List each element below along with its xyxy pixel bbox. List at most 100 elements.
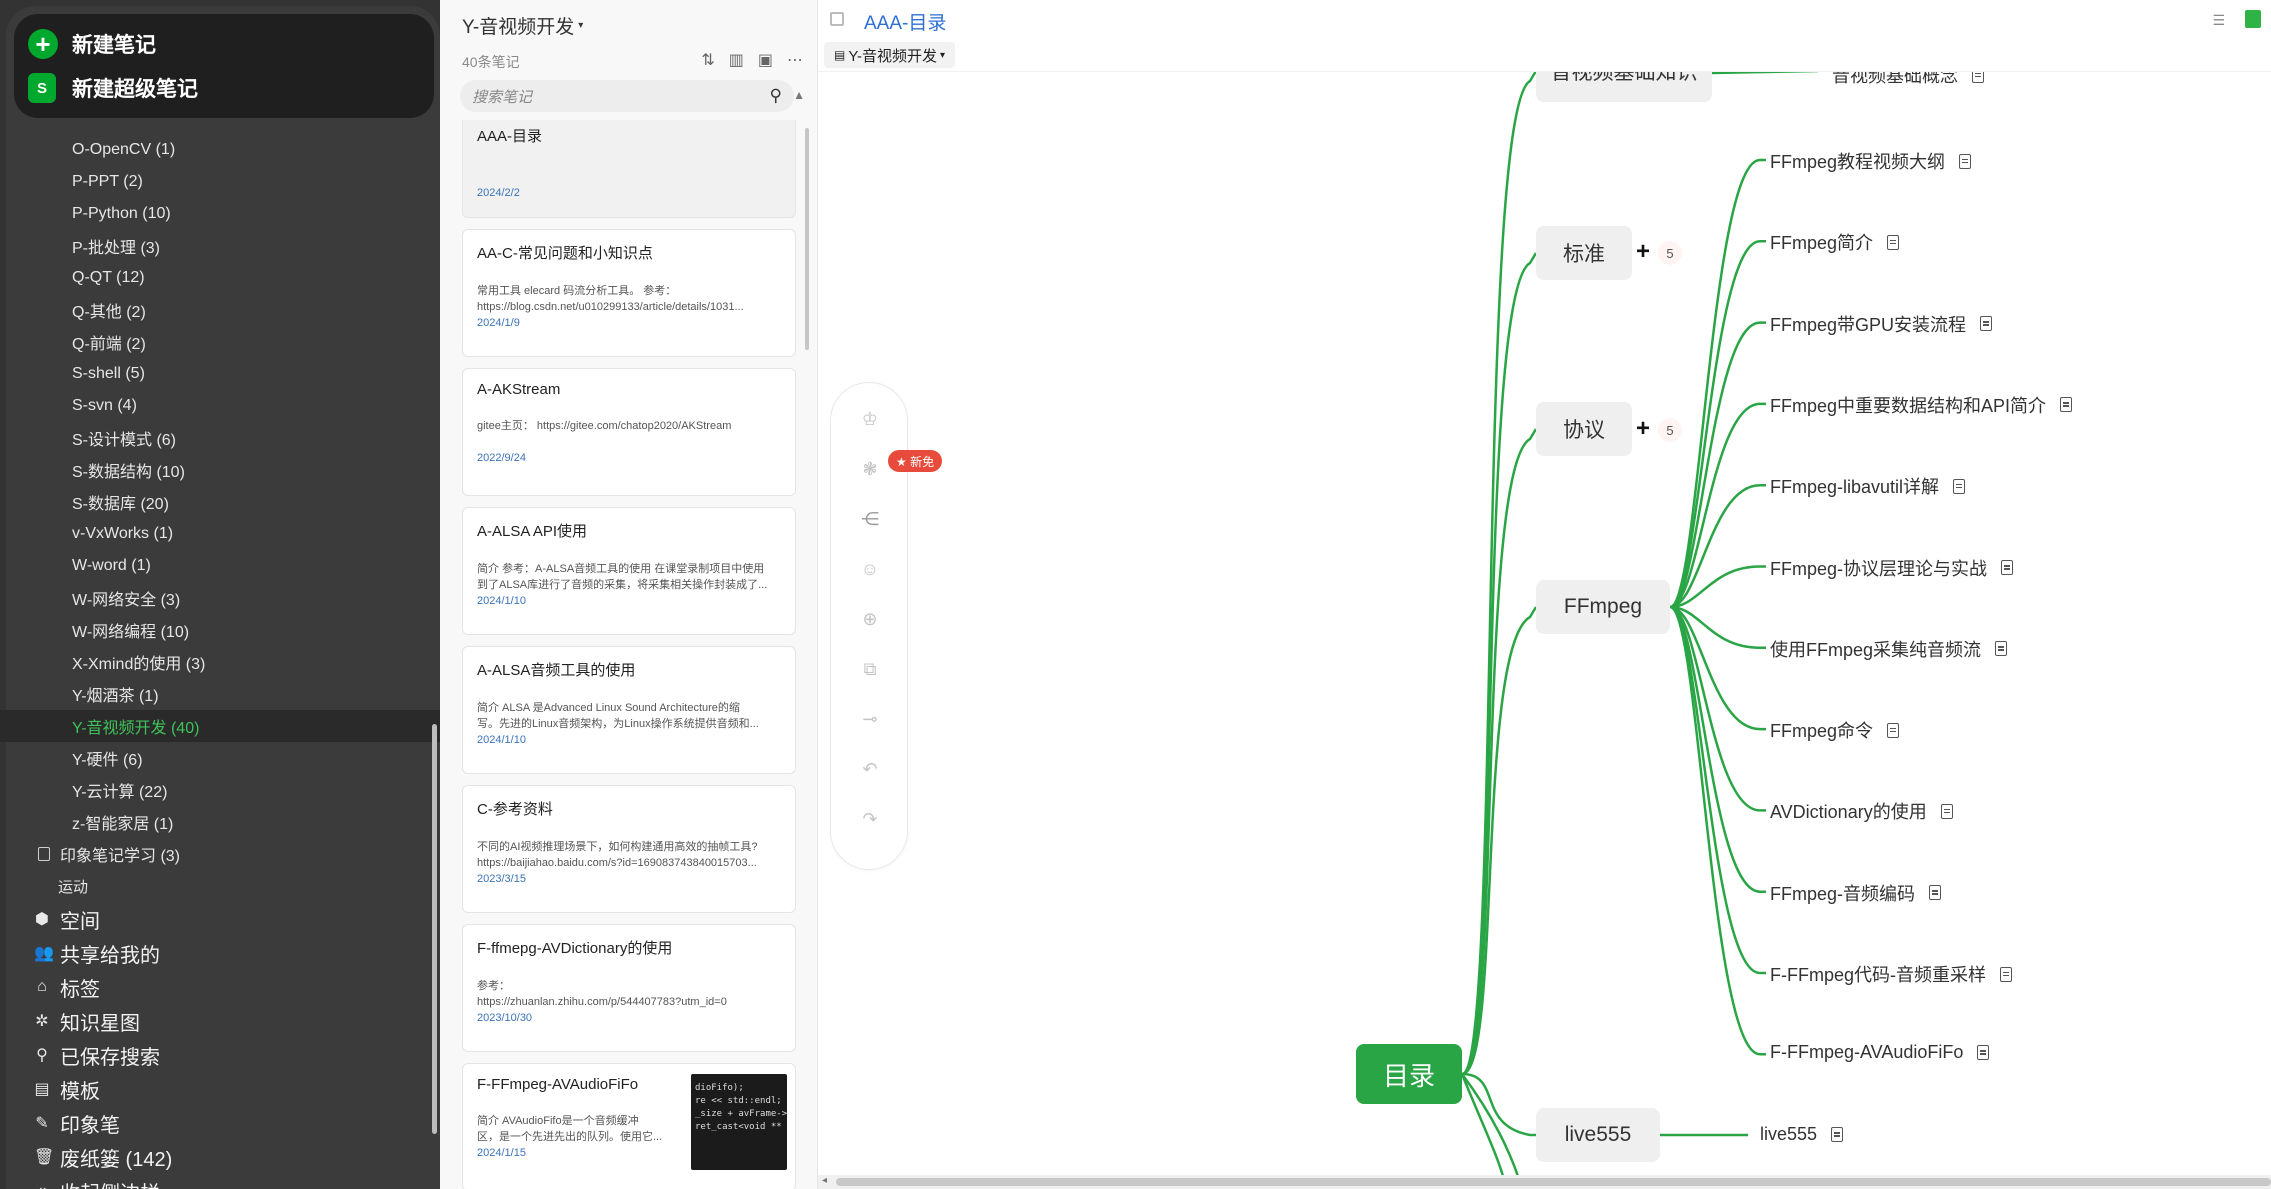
nav-templates[interactable]: ▤ 模板: [0, 1072, 440, 1106]
note-link-icon[interactable]: [1959, 153, 1972, 169]
share-icon[interactable]: [2245, 10, 2261, 28]
notebook-item[interactable]: Y-烟酒茶 (1): [0, 678, 440, 710]
mindmap-leaf[interactable]: 使用FFmpeg采集纯音频流: [1770, 636, 2008, 662]
notebook-item[interactable]: S-设计模式 (6): [0, 422, 440, 454]
note-link-icon[interactable]: [2001, 560, 2014, 575]
expand-plus-icon[interactable]: +: [1636, 415, 1650, 443]
note-link-icon[interactable]: [2000, 966, 2012, 982]
theme-icon[interactable]: ♔: [860, 409, 880, 429]
mindmap-node-protocol[interactable]: 协议: [1536, 402, 1632, 456]
layout-icon[interactable]: ▥: [729, 50, 744, 70]
notebook-item[interactable]: Y-硬件 (6): [0, 742, 440, 774]
notebook-item[interactable]: S-数据结构 (10): [0, 454, 440, 486]
emoji-icon[interactable]: ☺: [860, 559, 880, 579]
note-title[interactable]: AAA-目录: [864, 8, 946, 35]
note-card[interactable]: F-ffmepg-AVDictionary的使用 参考： https://zhu…: [462, 924, 796, 1052]
new-super-note-button[interactable]: S 新建超级笔记: [28, 66, 198, 110]
note-card[interactable]: A-ALSA音频工具的使用 简介 ALSA 是Advanced Linux So…: [462, 646, 796, 774]
promo-badge[interactable]: ★ 新免: [888, 450, 943, 472]
notebook-item[interactable]: W-网络安全 (3): [0, 582, 440, 614]
notebook-item[interactable]: 运动: [0, 870, 440, 902]
redo-icon[interactable]: ↷: [860, 809, 880, 829]
note-link-icon[interactable]: [1953, 478, 1966, 494]
note-link-icon[interactable]: [1980, 316, 1993, 332]
nav-spaces[interactable]: ⬢ 空间: [0, 902, 440, 936]
notebook-item-active[interactable]: Y-音视频开发 (40): [0, 710, 440, 742]
nav-pen[interactable]: ✎ 印象笔: [0, 1106, 440, 1140]
mindmap-node-ffmpeg[interactable]: FFmpeg: [1536, 580, 1670, 634]
notebook-item[interactable]: P-Python (10): [0, 198, 440, 230]
notebook-item[interactable]: v-VxWorks (1): [0, 518, 440, 550]
notebook-item[interactable]: Q-QT (12): [0, 262, 440, 294]
layout-icon[interactable]: ⋲: [860, 509, 880, 529]
new-note-button[interactable]: + 新建笔记: [28, 22, 156, 66]
scroll-left-icon[interactable]: ◂: [822, 1175, 827, 1186]
note-card[interactable]: A-AKStream gitee主页： https://gitee.com/ch…: [462, 368, 796, 496]
mindmap-leaf[interactable]: F-FFmpeg-AVAudioFiFo: [1770, 1042, 1990, 1063]
notebook-item[interactable]: S-数据库 (20): [0, 486, 440, 518]
nav-shared[interactable]: 👥 共享给我的: [0, 936, 440, 970]
note-link-icon[interactable]: [1831, 1127, 1844, 1142]
horizontal-scrollbar[interactable]: ◂: [818, 1175, 2271, 1189]
nav-knowledge-graph[interactable]: ✲ 知识星图: [0, 1004, 440, 1038]
note-card[interactable]: A-ALSA API使用 简介 参考：A-ALSA音频工具的使用 在课堂录制项目…: [462, 507, 796, 635]
menu-icon[interactable]: ☰: [2212, 12, 2225, 29]
note-card-selected[interactable]: AAA-目录 2024/2/2: [462, 120, 796, 218]
notebook-item[interactable]: S-shell (5): [0, 358, 440, 390]
notebook-item[interactable]: W-网络编程 (10): [0, 614, 440, 646]
link-icon[interactable]: ⊸: [860, 709, 880, 729]
mindmap-leaf[interactable]: FFmpeg简介: [1770, 229, 1900, 255]
notebook-item[interactable]: P-PPT (2): [0, 166, 440, 198]
note-card[interactable]: C-参考资料 不同的AI视频推理场景下，如何构建通用高效的抽帧工具? https…: [462, 785, 796, 913]
sort-icon[interactable]: ⇅: [701, 50, 714, 70]
mindmap-leaf[interactable]: AVDictionary的使用: [1770, 798, 1953, 824]
note-link-icon[interactable]: [1940, 803, 1953, 819]
mindmap-leaf[interactable]: FFmpeg教程视频大纲: [1770, 148, 1972, 174]
note-link-icon[interactable]: [1887, 722, 1900, 738]
mindmap-root-node[interactable]: 目录: [1356, 1044, 1462, 1104]
note-link-icon[interactable]: [1887, 234, 1900, 250]
notebook-item[interactable]: Q-其他 (2): [0, 294, 440, 326]
collapsed-count-badge[interactable]: 5: [1658, 241, 1682, 265]
note-card[interactable]: F-FFmpeg-AVAudioFiFo 简介 AVAudioFifo是一个音频…: [462, 1063, 796, 1189]
mindmap-leaf[interactable]: FFmpeg-音频编码: [1770, 880, 1942, 906]
notebook-item[interactable]: S-svn (4): [0, 390, 440, 422]
notes-scrollbar[interactable]: [805, 128, 809, 350]
mindmap-leaf[interactable]: F-FFmpeg代码-音频重采样: [1770, 961, 2012, 987]
nav-tags[interactable]: ⌂ 标签: [0, 970, 440, 1004]
mindmap-node-live555[interactable]: live555: [1536, 1108, 1660, 1162]
undo-icon[interactable]: ↶: [860, 759, 880, 779]
collapse-sidebar-button[interactable]: « 收起侧边栏: [0, 1174, 440, 1189]
structure-icon[interactable]: ❃: [860, 459, 880, 479]
notebook-item[interactable]: X-Xmind的使用 (3): [0, 646, 440, 678]
nav-saved-searches[interactable]: ⚲ 已保存搜索: [0, 1038, 440, 1072]
mindmap-leaf[interactable]: live555: [1760, 1124, 1844, 1145]
add-icon[interactable]: ⊕: [860, 609, 880, 629]
expand-icon[interactable]: [830, 12, 844, 26]
expand-plus-icon[interactable]: +: [1636, 238, 1650, 266]
scroll-up-icon[interactable]: ▲: [793, 88, 805, 102]
mindmap-node-standard[interactable]: 标准: [1536, 226, 1632, 280]
notebook-item[interactable]: Y-云计算 (22): [0, 774, 440, 806]
search-icon[interactable]: ⚲: [770, 86, 782, 106]
notebook-item[interactable]: O-OpenCV (1): [0, 134, 440, 166]
notebook-item[interactable]: z-智能家居 (1): [0, 806, 440, 838]
filter-icon[interactable]: ▣: [758, 50, 773, 70]
copy-style-icon[interactable]: ⧉: [860, 659, 880, 679]
note-link-icon[interactable]: [1995, 641, 2008, 657]
note-card[interactable]: AA-C-常见问题和小知识点 常用工具 elecard 码流分析工具。 参考： …: [462, 229, 796, 357]
notebook-item[interactable]: W-word (1): [0, 550, 440, 582]
note-link-icon[interactable]: [1929, 885, 1942, 901]
search-input[interactable]: 搜索笔记 ⚲: [460, 80, 794, 112]
notebook-item[interactable]: Q-前端 (2): [0, 326, 440, 358]
more-icon[interactable]: ⋯: [787, 50, 803, 70]
notebook-item[interactable]: P-批处理 (3): [0, 230, 440, 262]
note-link-icon[interactable]: [2060, 397, 2073, 413]
notebook-selector[interactable]: ▤ Y-音视频开发 ▾: [824, 42, 955, 68]
sidebar-scrollbar[interactable]: [432, 724, 437, 1134]
notebook-title-dropdown[interactable]: Y-音视频开发 ▾: [462, 12, 583, 39]
collapsed-count-badge[interactable]: 5: [1658, 418, 1682, 442]
mindmap-leaf[interactable]: FFmpeg命令: [1770, 717, 1900, 743]
nav-trash[interactable]: 🗑 废纸篓 (142): [0, 1140, 440, 1174]
note-link-icon[interactable]: [1977, 1045, 1990, 1061]
